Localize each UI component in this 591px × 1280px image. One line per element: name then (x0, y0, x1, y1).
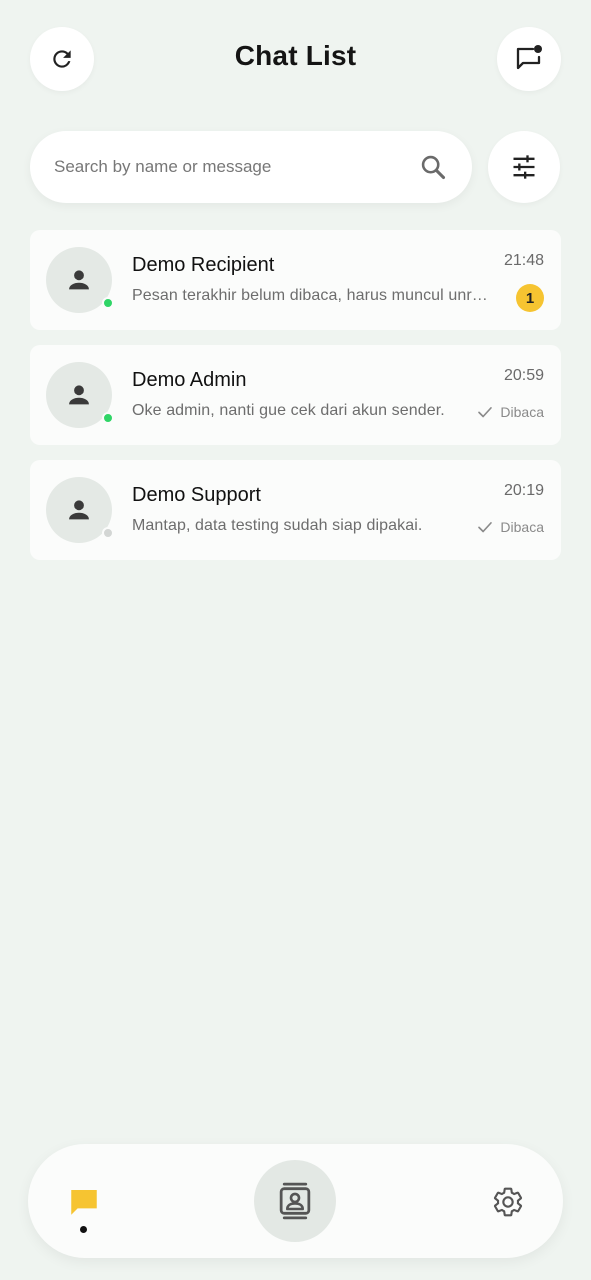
filter-sliders-icon (513, 155, 535, 179)
chat-time: 21:48 (503, 252, 544, 269)
chat-time: 20:19 (503, 482, 544, 499)
chat-list: Demo Recipient 21:48 Pesan terakhir belu… (30, 230, 561, 575)
check-icon (478, 407, 493, 418)
new-chat-button[interactable] (497, 27, 561, 91)
bottom-navigation (28, 1144, 563, 1258)
new-message-icon (516, 45, 542, 70)
nav-settings-button[interactable] (490, 1184, 526, 1220)
read-status: Dibaca (476, 403, 544, 421)
active-indicator-dot (80, 1226, 87, 1233)
online-status-dot (102, 297, 114, 309)
nav-chats-button[interactable] (66, 1184, 102, 1220)
unread-badge: 1 (516, 284, 544, 312)
read-status-label: Dibaca (500, 519, 544, 535)
gear-icon (493, 1187, 523, 1217)
person-icon (69, 500, 89, 520)
chat-preview: Mantap, data testing sudah siap dipakai. (132, 517, 423, 534)
chat-name: Demo Recipient (132, 254, 275, 276)
search-bar (30, 131, 472, 203)
contacts-icon (279, 1182, 311, 1220)
offline-status-dot (102, 527, 114, 539)
chat-preview: Pesan terakhir belum dibaca, harus muncu… (132, 287, 488, 304)
person-icon (69, 385, 89, 405)
chat-item-demo-support[interactable]: Demo Support 20:19 Mantap, data testing … (30, 460, 561, 560)
chat-preview: Oke admin, nanti gue cek dari akun sende… (132, 402, 445, 419)
chat-name: Demo Admin (132, 369, 247, 391)
chat-time: 20:59 (503, 367, 544, 384)
online-status-dot (102, 412, 114, 424)
chat-name: Demo Support (132, 484, 261, 506)
search-input[interactable] (54, 157, 418, 177)
chat-item-demo-admin[interactable]: Demo Admin 20:59 Oke admin, nanti gue ce… (30, 345, 561, 445)
read-status-label: Dibaca (500, 404, 544, 420)
chat-bubble-icon (71, 1189, 97, 1215)
filter-button[interactable] (488, 131, 560, 203)
chat-item-demo-recipient[interactable]: Demo Recipient 21:48 Pesan terakhir belu… (30, 230, 561, 330)
check-icon (478, 522, 493, 533)
search-icon[interactable] (418, 152, 448, 182)
read-status: Dibaca (476, 518, 544, 536)
person-icon (69, 270, 89, 290)
nav-contacts-button[interactable] (254, 1160, 336, 1242)
